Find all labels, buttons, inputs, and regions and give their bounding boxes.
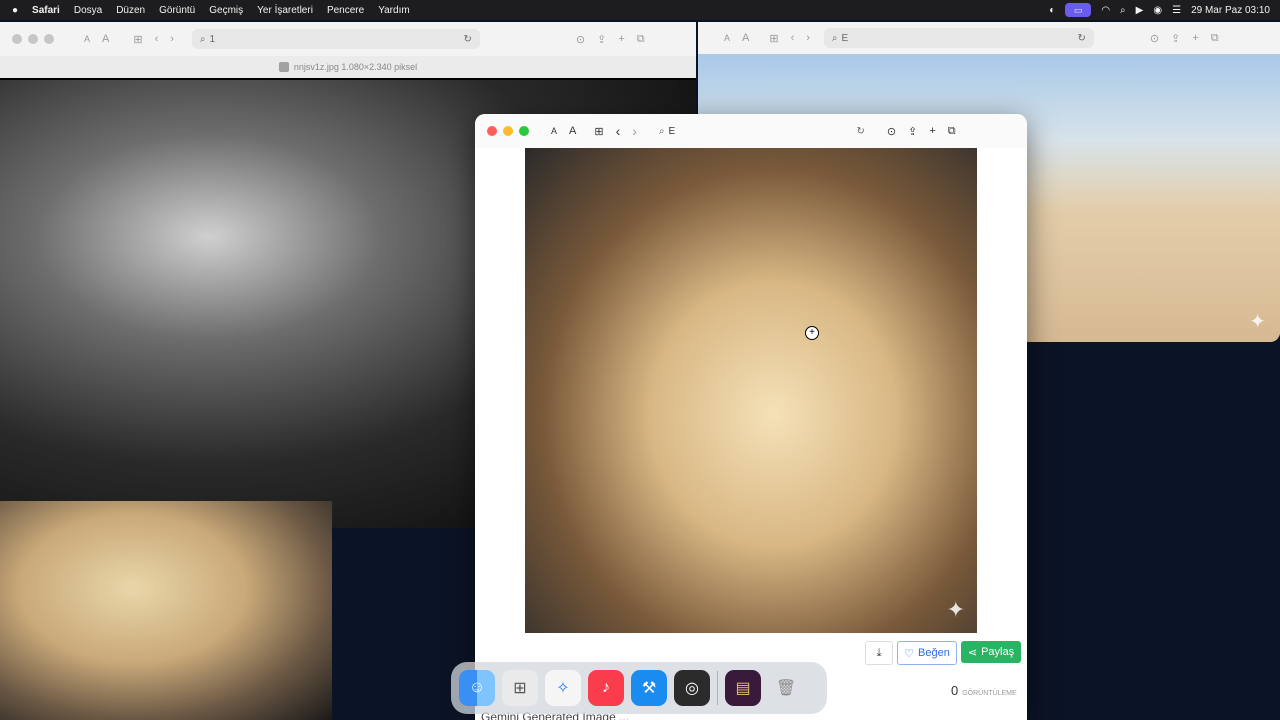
- text-larger-button[interactable]: A: [102, 33, 109, 45]
- address-text: 1: [209, 33, 216, 45]
- close-button[interactable]: [12, 34, 22, 44]
- new-tab-icon[interactable]: +: [929, 125, 935, 137]
- reload-icon[interactable]: ↻: [857, 126, 865, 137]
- back-icon[interactable]: ‹: [155, 33, 159, 45]
- xcode-icon[interactable]: ⚒: [631, 670, 667, 706]
- launchpad-icon[interactable]: ⊞: [502, 670, 538, 706]
- tabs-icon[interactable]: ⧉: [637, 33, 645, 46]
- text-larger-button[interactable]: A: [569, 125, 576, 137]
- menu-bar: ● Safari Dosya Düzen Görüntü Geçmiş Yer …: [0, 0, 1280, 20]
- text-smaller-button[interactable]: A: [724, 33, 730, 43]
- menu-item-goruntu[interactable]: Görüntü: [159, 5, 195, 16]
- tab-overview-icon[interactable]: ⊞: [133, 33, 142, 46]
- minimize-button[interactable]: [503, 126, 513, 136]
- search-icon: ⌕: [199, 33, 206, 45]
- sparkle-icon: ✦: [1249, 311, 1266, 333]
- forward-icon[interactable]: ›: [170, 33, 174, 45]
- tabs-icon[interactable]: ⧉: [1211, 32, 1219, 45]
- heart-icon: ♡: [904, 647, 915, 660]
- download-icon[interactable]: ⊙: [1150, 32, 1159, 45]
- share-icon[interactable]: ⇪: [908, 125, 917, 138]
- music-icon[interactable]: ♪: [588, 670, 624, 706]
- text-smaller-button[interactable]: A: [84, 34, 90, 44]
- safari-window-front: A A ⊞ ‹ › ⌕ E ↻ ⊙ ⇪ + ⧉ + ✦ ⤓ ♡ Beğen ⋖ …: [475, 114, 1027, 720]
- trash-icon[interactable]: 🗑: [768, 670, 804, 706]
- close-button[interactable]: [487, 126, 497, 136]
- menu-app-name[interactable]: Safari: [32, 5, 60, 16]
- apple-menu-icon[interactable]: ●: [12, 5, 18, 16]
- file-type-icon: [278, 62, 289, 72]
- spotlight-icon[interactable]: ⌕: [1120, 5, 1126, 16]
- zoom-button[interactable]: [44, 34, 54, 44]
- search-icon: ⌕: [831, 32, 838, 44]
- sync-icon[interactable]: ◐: [1049, 5, 1055, 16]
- user-icon[interactable]: ◉: [1153, 5, 1162, 16]
- address-bar[interactable]: ⌕ E ↻: [823, 28, 1094, 48]
- forward-icon[interactable]: ›: [632, 123, 637, 139]
- tab-overview-icon[interactable]: ⊞: [594, 125, 603, 138]
- finder-icon[interactable]: ☺: [459, 670, 495, 706]
- share-icon[interactable]: ⇪: [597, 33, 606, 46]
- download-icon[interactable]: ⊙: [576, 33, 585, 46]
- new-tab-icon[interactable]: +: [1192, 32, 1198, 44]
- address-bar[interactable]: ⌕ 1 ↻: [191, 29, 480, 49]
- menu-item-dosya[interactable]: Dosya: [74, 5, 102, 16]
- view-counter: 0 GÖRÜNTÜLEME: [951, 683, 1017, 698]
- dock: ☺ ⊞ ✧ ♪ ⚒ ◎ ▤ 🗑: [451, 662, 827, 714]
- share-icon[interactable]: ⇪: [1171, 32, 1180, 45]
- text-larger-button[interactable]: A: [742, 32, 749, 44]
- wifi-icon[interactable]: ◠: [1101, 5, 1110, 16]
- tab-overview-icon[interactable]: ⊞: [769, 32, 778, 45]
- safari-icon[interactable]: ✧: [545, 670, 581, 706]
- zoom-button[interactable]: [519, 126, 529, 136]
- share-label: Paylaş: [981, 646, 1015, 658]
- share-nodes-icon: ⋖: [967, 646, 978, 659]
- download-icon[interactable]: ⊙: [887, 125, 896, 138]
- menu-clock[interactable]: 29 Mar Paz 03:10: [1191, 5, 1270, 16]
- address-text: E: [668, 125, 676, 137]
- address-bar[interactable]: ⌕ E ↻: [651, 121, 873, 141]
- play-icon[interactable]: ▶: [1136, 5, 1144, 16]
- address-text: E: [841, 32, 849, 44]
- sparkle-icon: ✦: [946, 597, 965, 622]
- like-label: Beğen: [918, 647, 950, 659]
- reload-icon[interactable]: ↻: [464, 34, 472, 45]
- menu-item-pencere[interactable]: Pencere: [327, 5, 364, 16]
- like-button[interactable]: ♡ Beğen: [897, 641, 957, 665]
- obs-icon[interactable]: ◎: [674, 670, 710, 706]
- search-icon: ⌕: [658, 125, 665, 137]
- menu-item-yardim[interactable]: Yardım: [378, 5, 410, 16]
- minimize-button[interactable]: [28, 34, 38, 44]
- file-tab-bar: nnjsv1z.jpg 1.080×2.340 piksel: [0, 56, 696, 78]
- dock-separator: [717, 671, 718, 705]
- back-icon[interactable]: ‹: [616, 123, 621, 139]
- forward-icon[interactable]: ›: [806, 32, 810, 44]
- reload-icon[interactable]: ↻: [1078, 33, 1086, 44]
- menu-item-yer-isaretleri[interactable]: Yer İşaretleri: [257, 5, 313, 16]
- webcam-overlay: [0, 501, 332, 720]
- screen-record-icon[interactable]: ▭: [1065, 3, 1092, 17]
- app-icon[interactable]: ▤: [725, 670, 761, 706]
- menu-item-gecmis[interactable]: Geçmiş: [209, 5, 243, 16]
- window-front-toolbar: A A ⊞ ‹ › ⌕ E ↻ ⊙ ⇪ + ⧉: [475, 114, 1027, 148]
- view-label: GÖRÜNTÜLEME: [962, 690, 1017, 697]
- share-button[interactable]: ⋖ Paylaş: [961, 641, 1021, 663]
- window-left-toolbar: A A ⊞ ‹ › ⌕ 1 ↻ ⊙ ⇪ + ⧉: [0, 22, 696, 56]
- file-tab-label[interactable]: nnjsv1z.jpg 1.080×2.340 piksel: [294, 62, 417, 72]
- text-smaller-button[interactable]: A: [551, 126, 557, 136]
- control-center-icon[interactable]: ☰: [1172, 5, 1181, 16]
- new-tab-icon[interactable]: +: [618, 33, 624, 45]
- window-right-toolbar: A A ⊞ ‹ › ⌕ E ↻ ⊙ ⇪ + ⧉: [698, 22, 1280, 54]
- back-icon[interactable]: ‹: [791, 32, 795, 44]
- image-actions: ⤓ ♡ Beğen ⋖ Paylaş: [865, 641, 1021, 665]
- main-image[interactable]: + ✦: [525, 148, 977, 633]
- zoom-cursor-icon: +: [805, 326, 819, 340]
- status-area: ◐ ▭ ◠ ⌕ ▶ ◉ ☰ 29 Mar Paz 03:10: [1049, 0, 1270, 20]
- tabs-icon[interactable]: ⧉: [948, 125, 956, 138]
- menu-item-duzen[interactable]: Düzen: [116, 5, 145, 16]
- download-button[interactable]: ⤓: [865, 641, 893, 665]
- view-count: 0: [951, 683, 959, 698]
